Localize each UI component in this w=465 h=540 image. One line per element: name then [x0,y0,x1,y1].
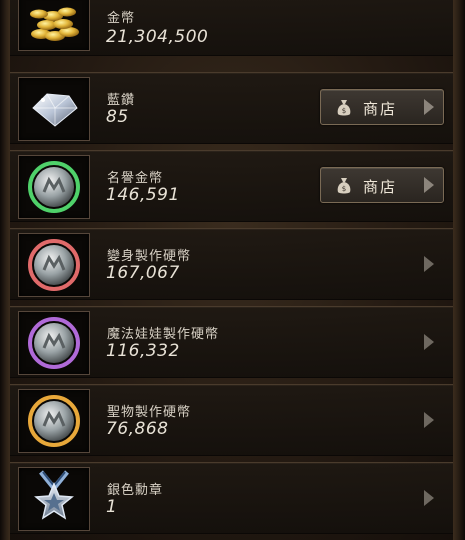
currency-row-silver-medal[interactable]: 銀色勳章 1 [10,462,453,534]
svg-text:$: $ [342,107,346,115]
chevron-right-icon[interactable] [424,412,434,428]
chevron-right-icon[interactable] [424,334,434,350]
currency-row-relic-coin[interactable]: 聖物製作硬幣 76,868 [10,384,453,456]
currency-amount: 76,868 [106,419,169,439]
currency-amount: 21,304,500 [106,27,209,47]
gold-coins-icon [18,0,90,51]
currency-row-transform-coin[interactable]: 變身製作硬幣 167,067 [10,228,453,300]
money-bag-icon: $ [337,178,351,194]
currency-name: 藍鑽 [107,93,136,108]
currency-row-honor-coin[interactable]: 名譽金幣 146,591 $ 商店 [10,150,453,222]
currency-list: 金幣 21,304,500 藍鑽 85 $ 商店 名譽金幣 146,591 $ … [10,0,453,540]
chevron-right-icon [424,99,434,115]
currency-row-gold[interactable]: 金幣 21,304,500 [10,0,453,56]
shop-button[interactable]: $ 商店 [320,89,444,125]
left-frame [0,0,10,540]
honor-coin-icon [18,155,90,219]
currency-name: 變身製作硬幣 [107,249,192,264]
money-bag-icon: $ [337,100,351,116]
currency-amount: 167,067 [106,263,180,283]
silver-medal-icon [18,467,90,531]
currency-amount: 146,591 [106,185,180,205]
currency-amount: 116,332 [106,341,180,361]
chevron-right-icon[interactable] [424,490,434,506]
currency-amount: 85 [106,107,129,127]
currency-name: 聖物製作硬幣 [107,405,192,420]
doll-coin-icon [18,311,90,375]
relic-coin-icon [18,389,90,453]
currency-name: 名譽金幣 [107,171,164,186]
shop-button-label: 商店 [363,100,398,118]
shop-button-label: 商店 [363,178,398,196]
shop-button[interactable]: $ 商店 [320,167,444,203]
chevron-right-icon[interactable] [424,256,434,272]
svg-text:$: $ [342,185,346,193]
right-frame [453,0,465,540]
currency-amount: 1 [106,497,118,517]
currency-row-blue-diamond[interactable]: 藍鑽 85 $ 商店 [10,72,453,144]
currency-name: 金幣 [107,11,136,26]
blue-diamond-icon [18,77,90,141]
chevron-right-icon [424,177,434,193]
currency-row-doll-coin[interactable]: 魔法娃娃製作硬幣 116,332 [10,306,453,378]
transform-coin-icon [18,233,90,297]
currency-name: 銀色勳章 [107,483,164,498]
currency-name: 魔法娃娃製作硬幣 [107,327,220,342]
